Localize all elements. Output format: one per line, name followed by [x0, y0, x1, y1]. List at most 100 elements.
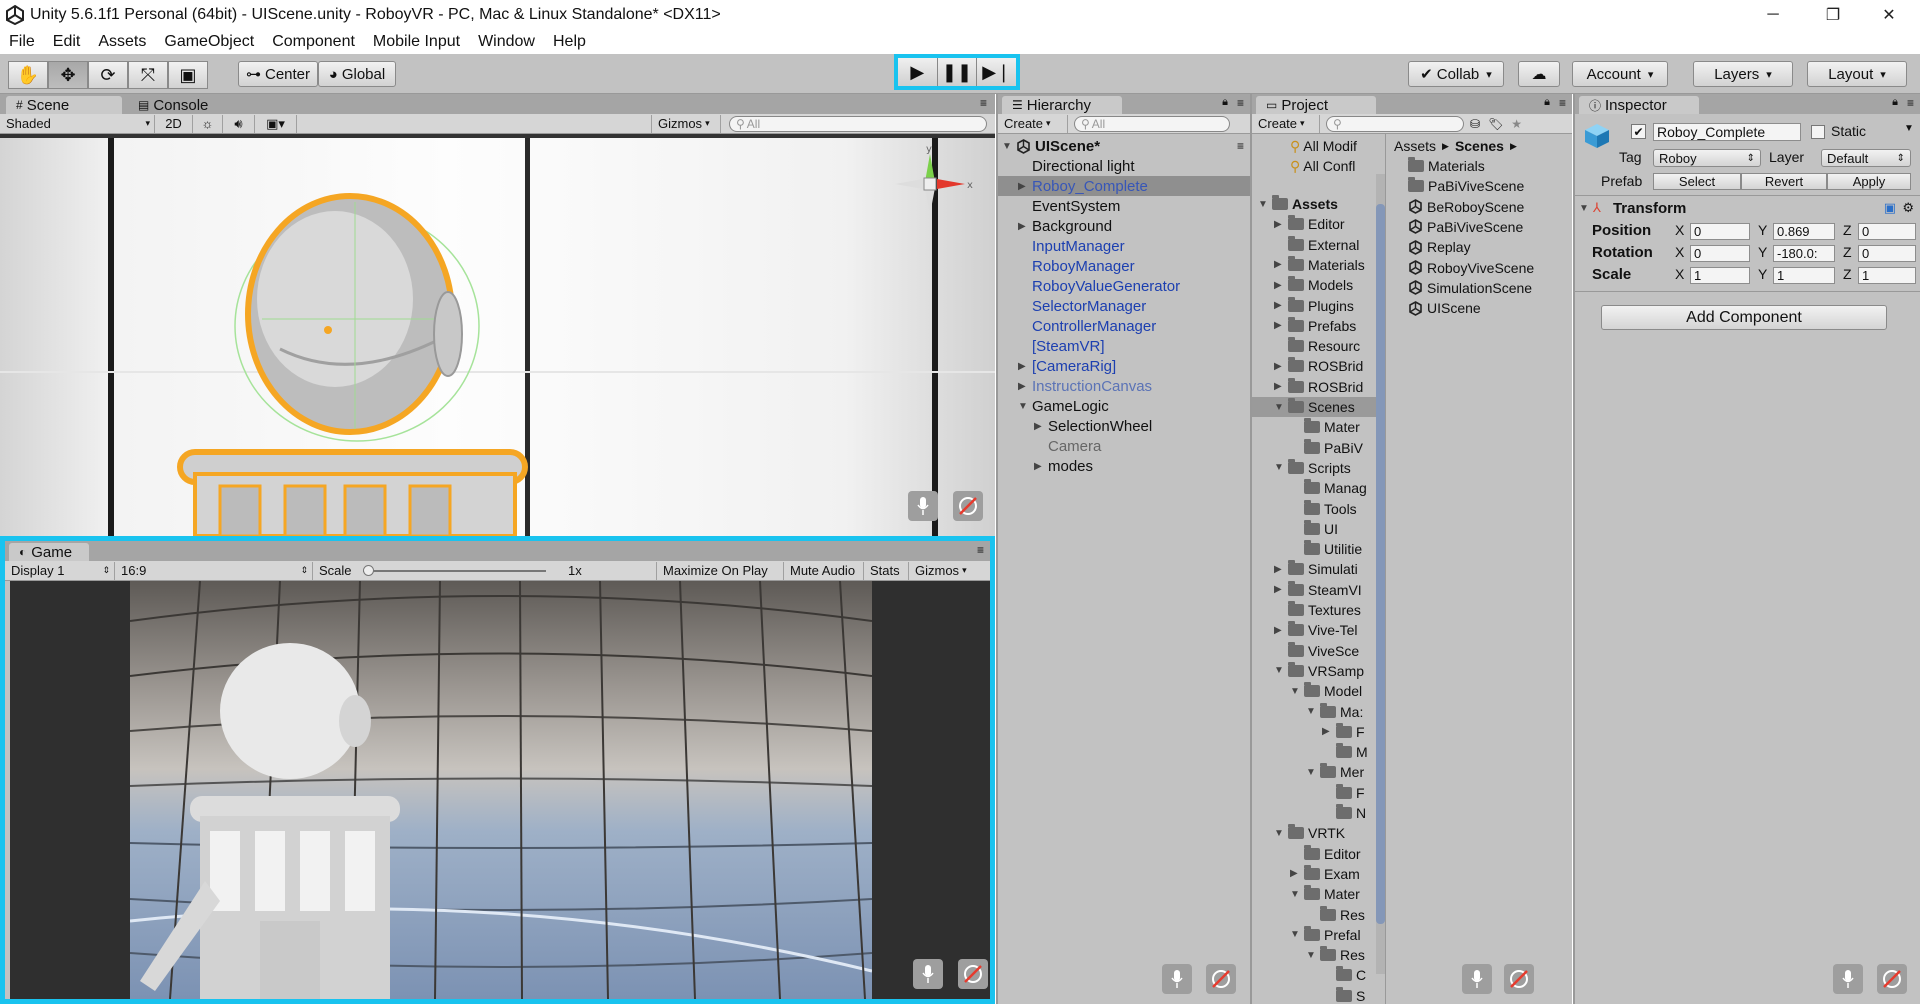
project-tree-item[interactable]: ▼ Mater [1252, 884, 1376, 904]
position-y-input[interactable]: 0.869 [1773, 223, 1835, 240]
tree-scrollbar-thumb[interactable] [1376, 204, 1385, 924]
minimize-button[interactable]: ─ [1750, 0, 1796, 29]
orientation-gizmo-icon[interactable]: y x [885, 144, 975, 224]
expand-arrow-icon[interactable]: ▶ [1274, 219, 1288, 230]
project-tree-item[interactable]: S [1252, 986, 1376, 1004]
position-z-input[interactable]: 0 [1858, 223, 1916, 240]
inspector-visibility-off-icon[interactable] [1877, 964, 1907, 994]
scale-thumb[interactable] [363, 564, 374, 576]
expand-arrow-icon[interactable]: ▶ [1274, 361, 1288, 372]
game-viewport[interactable] [10, 581, 990, 999]
project-menu-icon[interactable]: ≡ [1559, 96, 1566, 110]
project-tree-item[interactable]: N [1252, 803, 1376, 823]
move-tool-icon[interactable]: ✥ [48, 61, 88, 89]
hierarchy-item[interactable]: Directional light [998, 156, 1250, 176]
collapse-arrow-icon[interactable]: ▼ [1258, 199, 1272, 210]
project-tree-item[interactable]: ▼ Model [1252, 681, 1376, 701]
tree-scrollbar[interactable] [1376, 174, 1385, 974]
project-tree-item[interactable]: UI [1252, 519, 1376, 539]
project-tree-item[interactable]: Tools [1252, 499, 1376, 519]
expand-arrow-icon[interactable]: ▶ [1290, 868, 1304, 879]
project-tree-item[interactable]: ▶ Vive-Tel [1252, 620, 1376, 640]
breadcrumb-scenes[interactable]: Scenes [1455, 138, 1504, 154]
project-tree-item[interactable]: ▶ Simulati [1252, 559, 1376, 579]
game-gizmos-dropdown[interactable]: Gizmos ▾ [909, 562, 971, 580]
project-tree-item[interactable]: ▶ Prefabs [1252, 316, 1376, 336]
game-panel-menu-icon[interactable]: ≡ [977, 543, 984, 557]
project-file-item[interactable]: RoboyViveScene [1408, 258, 1534, 278]
audio-toggle-icon[interactable]: 🔊︎ [223, 114, 255, 133]
tab-inspector[interactable]: ⓘ Inspector [1579, 96, 1699, 114]
collapse-arrow-icon[interactable]: ▼ [1306, 950, 1320, 961]
expand-arrow-icon[interactable]: ▶ [1274, 259, 1288, 270]
collapse-arrow-icon[interactable]: ▼ [1306, 706, 1320, 717]
tab-hierarchy[interactable]: ☰ Hierarchy [1002, 96, 1122, 114]
cloud-button[interactable]: ☁ [1518, 61, 1560, 87]
inspector-microphone-icon[interactable] [1833, 964, 1863, 994]
project-file-item[interactable]: SimulationScene [1408, 278, 1532, 298]
favorite-all-conflicted[interactable]: ⚲ All Confl [1290, 156, 1355, 176]
menu-file[interactable]: File [9, 33, 35, 51]
expand-arrow-icon[interactable]: ▶ [1322, 726, 1336, 737]
prefab-select-button[interactable]: Select [1653, 173, 1741, 190]
tab-game[interactable]: ◐ Game [9, 543, 89, 561]
project-tree-item[interactable]: ▼ Assets [1252, 194, 1376, 214]
project-tree-item[interactable]: PaBiV [1252, 438, 1376, 458]
project-tree-item[interactable]: ▶ SteamVI [1252, 580, 1376, 600]
lighting-toggle-icon[interactable]: ☼ [193, 114, 223, 133]
project-tree-item[interactable]: ▼ Scenes [1252, 397, 1376, 417]
active-checkbox[interactable]: ✔ [1631, 124, 1646, 139]
collapse-arrow-icon[interactable]: ▼ [1274, 828, 1288, 839]
project-tree-item[interactable]: ▼ Mer [1252, 762, 1376, 782]
layout-dropdown[interactable]: Layout [1807, 61, 1907, 87]
hierarchy-search-input[interactable]: ⚲ All [1074, 115, 1230, 132]
project-tree-item[interactable]: ▼ Prefal [1252, 925, 1376, 945]
space-toggle[interactable]: ◕ Global [318, 61, 396, 87]
hierarchy-microphone-icon[interactable] [1162, 964, 1192, 994]
close-button[interactable]: ✕ [1866, 0, 1912, 29]
add-component-button[interactable]: Add Component [1601, 305, 1887, 330]
2d-toggle[interactable]: 2D [155, 114, 193, 133]
expand-arrow-icon[interactable]: ▶ [1274, 320, 1288, 331]
help-book-icon[interactable]: ▣ [1884, 200, 1896, 216]
expand-arrow-icon[interactable]: ▶ [1034, 421, 1048, 432]
expand-arrow-icon[interactable]: ▶ [1274, 280, 1288, 291]
project-tree-item[interactable]: ▶ Models [1252, 275, 1376, 295]
pause-button[interactable]: ❚❚ [937, 58, 978, 86]
project-tree-item[interactable]: ▼ Res [1252, 945, 1376, 965]
expand-arrow-icon[interactable]: ▶ [1274, 625, 1288, 636]
rotation-x-input[interactable]: 0 [1690, 245, 1750, 262]
hierarchy-item[interactable]: ▶ Background [998, 216, 1250, 236]
project-tree-item[interactable]: Textures [1252, 600, 1376, 620]
project-file-item[interactable]: PaBiViveScene [1408, 176, 1524, 196]
menu-window[interactable]: Window [478, 33, 535, 51]
project-tree-item[interactable]: M [1252, 742, 1376, 762]
hierarchy-item[interactable]: ▶ InstructionCanvas [998, 376, 1250, 396]
project-tree-item[interactable]: ViveSce [1252, 641, 1376, 661]
project-tree-item[interactable]: ▶ Editor [1252, 214, 1376, 234]
tab-console[interactable]: ▤ Console [128, 96, 238, 114]
microphone-icon[interactable] [908, 491, 938, 521]
hierarchy-item[interactable]: ▶ [CameraRig] [998, 356, 1250, 376]
hierarchy-item[interactable]: ▶ Roboy_Complete [998, 176, 1250, 196]
hierarchy-item[interactable]: ▶ SelectionWheel [998, 416, 1250, 436]
layer-dropdown[interactable]: Default [1821, 149, 1911, 167]
project-file-item[interactable]: Materials [1408, 156, 1485, 176]
project-file-item[interactable]: PaBiViveScene [1408, 217, 1523, 237]
menu-component[interactable]: Component [272, 33, 355, 51]
expand-arrow-icon[interactable]: ▶ [1274, 584, 1288, 595]
panel-menu-icon[interactable]: ≡ [980, 96, 987, 110]
project-tree-item[interactable]: ▶ Plugins [1252, 296, 1376, 316]
collapse-arrow-icon[interactable]: ▼ [1290, 686, 1304, 697]
expand-arrow-icon[interactable]: ▶ [1274, 564, 1288, 575]
aspect-dropdown[interactable]: 16:9 ⇕ [115, 561, 313, 580]
hierarchy-create-button[interactable]: Create ▾ [998, 114, 1068, 133]
hierarchy-item[interactable]: SelectorManager [998, 296, 1250, 316]
object-name-input[interactable]: Roboy_Complete [1653, 123, 1801, 141]
project-tree-item[interactable]: ▶ F [1252, 722, 1376, 742]
layers-dropdown[interactable]: Layers [1693, 61, 1793, 87]
project-lock-icon[interactable]: 🔒︎ [1544, 96, 1550, 109]
expand-arrow-icon[interactable]: ▶ [1018, 361, 1032, 372]
project-tree-item[interactable]: External [1252, 235, 1376, 255]
project-tree-item[interactable]: ▶ Exam [1252, 864, 1376, 884]
